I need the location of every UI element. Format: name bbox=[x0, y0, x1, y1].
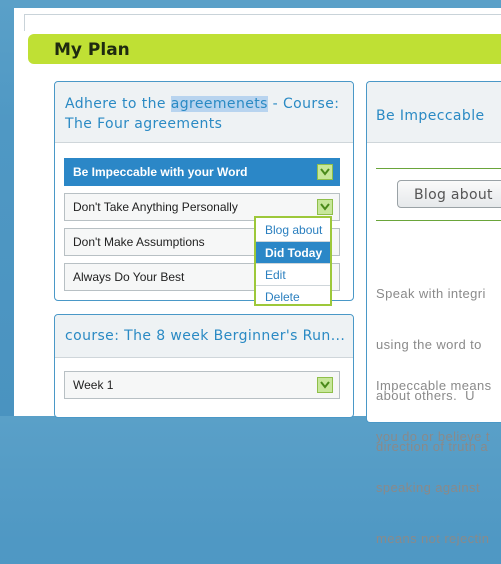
chevron-down-icon[interactable] bbox=[317, 199, 333, 215]
goal-title-text-2: - Course: bbox=[267, 96, 340, 112]
step-row[interactable]: Week 1 bbox=[64, 371, 340, 399]
page-title: My Plan bbox=[54, 40, 130, 60]
menu-item-did-today[interactable]: Did Today bbox=[256, 241, 330, 263]
highlighted-word: agreemenets bbox=[170, 96, 268, 112]
menu-item-delete[interactable]: Delete bbox=[256, 285, 330, 307]
goal-title-line2: The Four agreements bbox=[65, 116, 223, 132]
step-label: Don't Take Anything Personally bbox=[73, 200, 238, 214]
blog-about-label: Blog about bbox=[414, 187, 493, 203]
goal-title-text: Adhere to the bbox=[65, 96, 171, 112]
goal-title[interactable]: course: The 8 week Berginner's Run... bbox=[65, 326, 350, 346]
chevron-down-icon[interactable] bbox=[317, 164, 333, 180]
chevron-down-icon[interactable] bbox=[317, 377, 333, 393]
description-line: speaking against bbox=[376, 480, 480, 495]
step-action-menu: Blog about Did Today Edit Delete bbox=[254, 216, 332, 306]
step-label: Be Impeccable with your Word bbox=[73, 165, 248, 179]
description-line: means not rejectin bbox=[376, 531, 490, 546]
blog-about-button[interactable]: Blog about bbox=[397, 180, 501, 208]
menu-item-blog-about[interactable]: Blog about bbox=[256, 219, 330, 241]
description-line: Speak with integri bbox=[376, 286, 486, 301]
menu-item-edit[interactable]: Edit bbox=[256, 263, 330, 285]
description-paragraph: Impeccable means you do or believe t spe… bbox=[376, 343, 492, 564]
divider bbox=[376, 220, 501, 221]
top-frame bbox=[24, 14, 501, 31]
description-line: you do or believe t bbox=[376, 429, 490, 444]
detail-title: Be Impeccable bbox=[376, 108, 485, 124]
step-label: Don't Make Assumptions bbox=[73, 235, 205, 249]
goal-title[interactable]: Adhere to the agreemenets - Course: The … bbox=[65, 94, 350, 134]
goal-panel: course: The 8 week Berginner's Run... bbox=[54, 314, 354, 418]
step-row-active[interactable]: Be Impeccable with your Word bbox=[64, 158, 340, 186]
divider bbox=[376, 168, 501, 169]
description-line: Impeccable means bbox=[376, 378, 492, 393]
step-label: Always Do Your Best bbox=[73, 270, 185, 284]
step-label: Week 1 bbox=[73, 378, 114, 392]
